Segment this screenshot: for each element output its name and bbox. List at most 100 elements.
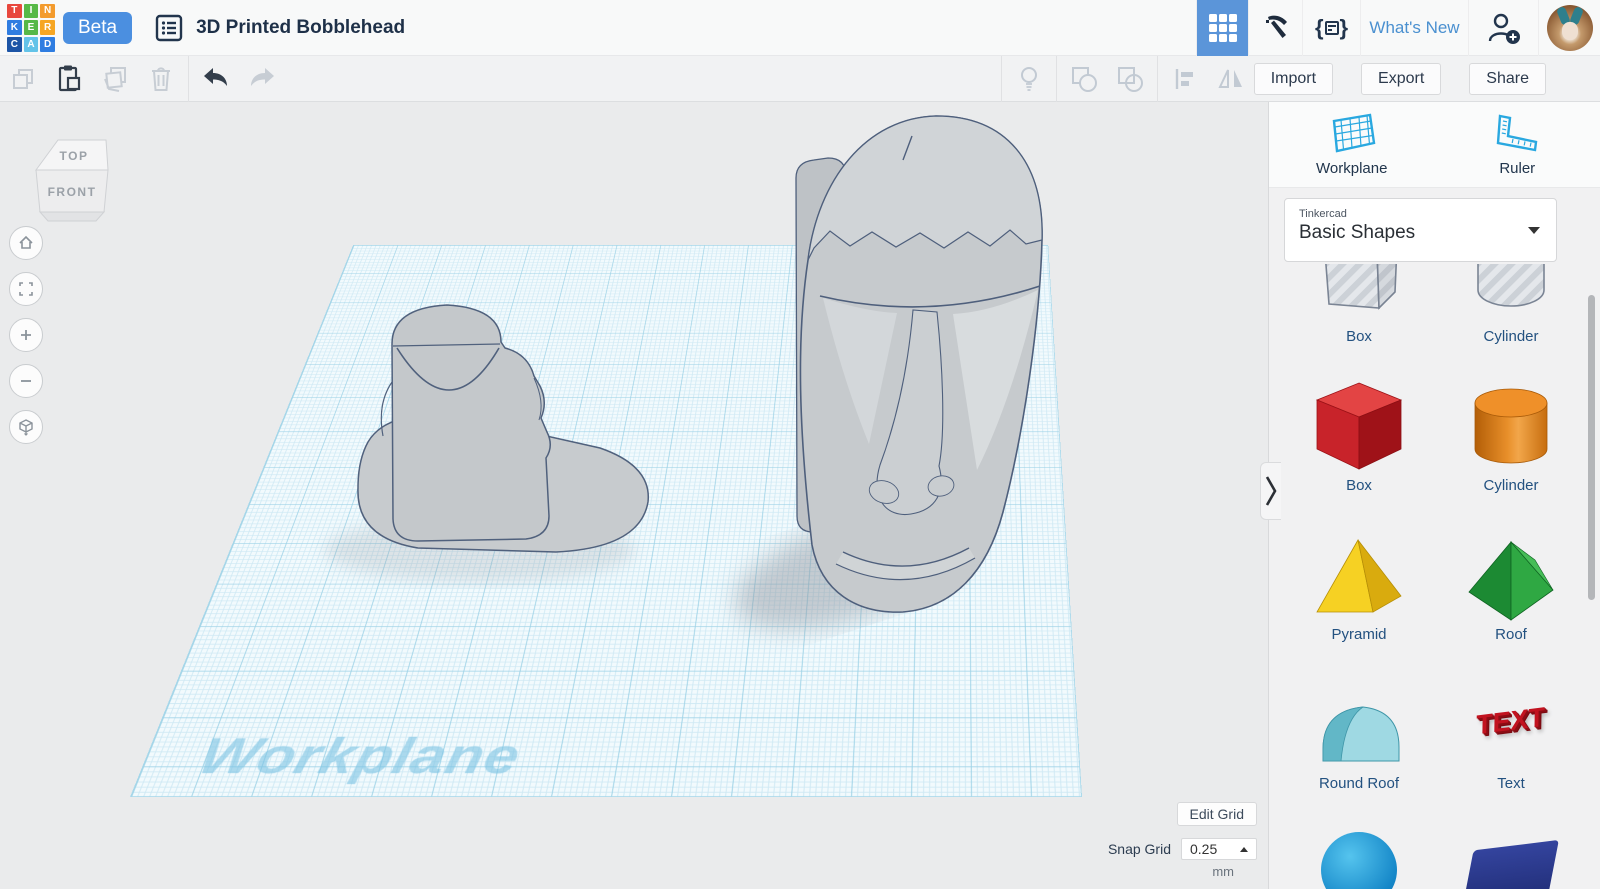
duplicate-icon [101, 65, 129, 93]
brace-left: { [1315, 15, 1324, 41]
codeblocks-icon [1325, 21, 1339, 35]
shape-tile-roof[interactable]: Roof [1435, 522, 1587, 643]
group-icon [1069, 64, 1099, 94]
logo-tile: I [24, 4, 39, 19]
logo-tile: A [24, 37, 39, 52]
align-button[interactable] [1162, 56, 1208, 102]
plus-icon [17, 326, 35, 344]
tinkercad-logo[interactable]: T I N K E R C A D [7, 4, 55, 52]
view-cube-front-label[interactable]: FRONT [48, 185, 97, 199]
model-bobblehead-head[interactable] [796, 116, 1042, 612]
logo-tile: E [24, 20, 39, 35]
design-properties-icon[interactable] [154, 13, 184, 43]
minus-icon [17, 372, 35, 390]
home-view-button[interactable] [9, 226, 43, 260]
beta-button[interactable]: Beta [63, 12, 132, 44]
shape-tile-half-sphere[interactable] [1435, 832, 1587, 889]
minecraft-button[interactable] [1248, 0, 1302, 56]
shape-library-dropdown[interactable]: Tinkercad Basic Shapes [1284, 198, 1557, 262]
undo-button[interactable] [193, 56, 239, 102]
add-person-icon [1486, 10, 1522, 46]
toolbar-divider [1001, 56, 1002, 102]
account-menu[interactable] [1538, 0, 1600, 56]
fit-view-icon [17, 280, 35, 298]
cylinder-icon [1463, 377, 1559, 473]
ungroup-icon [1115, 64, 1145, 94]
shape-label: Cylinder [1483, 328, 1538, 345]
caret-down-icon [1528, 227, 1540, 234]
perspective-cube-icon [17, 418, 35, 436]
tips-button[interactable] [1006, 56, 1052, 102]
redo-button[interactable] [239, 56, 285, 102]
ruler-tool-label: Ruler [1499, 160, 1535, 177]
ungroup-button[interactable] [1107, 56, 1153, 102]
whats-new-link[interactable]: What's New [1360, 0, 1468, 56]
shape-tile-sphere[interactable] [1283, 832, 1435, 889]
panel-scrollbar[interactable] [1588, 295, 1595, 600]
toolbar-divider [188, 56, 189, 102]
shape-tile-box[interactable]: Box [1283, 373, 1435, 494]
export-button[interactable]: Export [1361, 63, 1441, 95]
duplicate-button[interactable] [92, 56, 138, 102]
workplane-ruler-tools: Workplane Ruler [1269, 102, 1600, 188]
view-cube[interactable]: TOP FRONT [28, 128, 116, 226]
workplane-tool-icon [1328, 112, 1376, 154]
ruler-tool[interactable]: Ruler [1435, 102, 1600, 187]
perspective-toggle-button[interactable] [9, 410, 43, 444]
mirror-icon [1217, 66, 1245, 92]
import-button[interactable]: Import [1254, 63, 1333, 95]
copy-icon [10, 66, 36, 92]
group-button[interactable] [1061, 56, 1107, 102]
edit-toolbar: Import Export Share [0, 56, 1600, 102]
box-icon [1311, 377, 1407, 473]
shape-label: Pyramid [1331, 626, 1386, 643]
codeblocks-button[interactable]: { } [1302, 0, 1360, 56]
shape-tile-cylinder[interactable]: Cylinder [1435, 373, 1587, 494]
mirror-button[interactable] [1208, 56, 1254, 102]
shape-tile-hole-cylinder[interactable]: Cylinder [1435, 264, 1587, 345]
redo-icon [247, 66, 277, 92]
avatar [1547, 5, 1593, 51]
caret-up-icon [1240, 847, 1248, 852]
fit-view-button[interactable] [9, 272, 43, 306]
logo-tile: R [40, 20, 55, 35]
zoom-in-button[interactable] [9, 318, 43, 352]
page-title: 3D Printed Bobblehead [196, 17, 405, 39]
shape-label: Cylinder [1483, 477, 1538, 494]
3d-viewport[interactable]: Workplane [0, 102, 1268, 889]
edit-grid-button[interactable]: Edit Grid [1177, 802, 1257, 826]
workplane-tool[interactable]: Workplane [1269, 102, 1435, 187]
library-name: Basic Shapes [1299, 222, 1542, 244]
snap-grid-select[interactable]: 0.25 [1181, 838, 1257, 860]
library-brand: Tinkercad [1299, 208, 1542, 220]
snap-grid-label: Snap Grid [1108, 841, 1171, 857]
zoom-out-button[interactable] [9, 364, 43, 398]
text-shape-icon: TEXT [1476, 701, 1545, 741]
logo-tile: N [40, 4, 55, 19]
shape-label: Roof [1495, 626, 1527, 643]
view-cube-top-label[interactable]: TOP [60, 149, 89, 163]
copy-button[interactable] [0, 56, 46, 102]
pickaxe-icon [1260, 12, 1292, 44]
top-bar: T I N K E R C A D Beta 3D Printed Bobble… [0, 0, 1600, 56]
paste-button[interactable] [46, 56, 92, 102]
model-bobblehead-body[interactable] [358, 305, 648, 552]
home-icon [17, 234, 35, 252]
pyramid-icon [1311, 532, 1407, 622]
logo-tile: T [7, 4, 22, 19]
half-sphere-icon [1463, 840, 1559, 889]
workplane-tool-label: Workplane [1316, 160, 1387, 177]
shape-tile-text[interactable]: TEXT Text [1435, 671, 1587, 792]
hole-box-icon [1313, 264, 1405, 324]
share-button[interactable]: Share [1469, 63, 1546, 95]
shape-label: Text [1497, 775, 1525, 792]
shapes-panel: Workplane Ruler Tinkercad Basic Shapes [1268, 102, 1600, 889]
logo-tile: K [7, 20, 22, 35]
delete-button[interactable] [138, 56, 184, 102]
undo-icon [201, 66, 231, 92]
shape-tile-pyramid[interactable]: Pyramid [1283, 522, 1435, 643]
shape-tile-hole-box[interactable]: Box [1283, 264, 1435, 345]
invite-button[interactable] [1468, 0, 1538, 56]
dashboard-grid-button[interactable] [1196, 0, 1248, 56]
shape-tile-round-roof[interactable]: Round Roof [1283, 671, 1435, 792]
